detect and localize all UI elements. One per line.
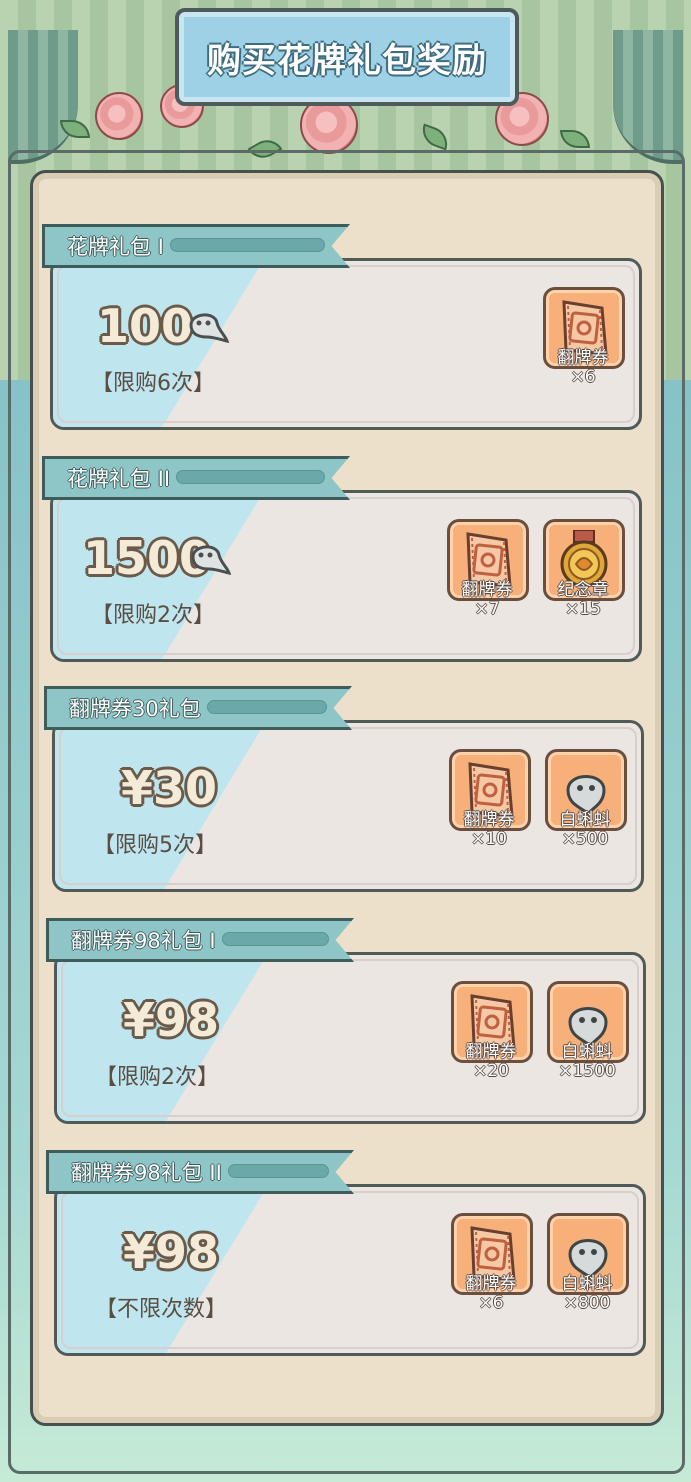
pack-card[interactable]: ¥30 【限购5次】 翻牌券 ×10 白蝌蚪 ×500 <box>52 720 644 892</box>
pack-card[interactable]: 1500 【限购2次】 翻牌券 ×7 纪念章 ×15 <box>50 490 642 662</box>
pack-name-ribbon: 花牌礼包 II <box>42 456 350 500</box>
reward-item-name: 白蝌蚪 <box>561 1042 613 1062</box>
reward-item-name: 翻牌券 <box>463 810 515 830</box>
pack-price: ¥30 <box>121 761 218 815</box>
pack-card[interactable]: ¥98 【限购2次】 翻牌券 ×20 白蝌蚪 ×1500 <box>54 952 646 1124</box>
reward-item[interactable]: 白蝌蚪 ×500 <box>545 749 627 859</box>
reward-item[interactable]: 翻牌券 ×6 <box>543 287 625 397</box>
reward-item-count: ×10 <box>471 829 507 849</box>
reward-item[interactable]: 翻牌券 ×10 <box>449 749 531 859</box>
pack-name: 花牌礼包 II <box>67 467 171 491</box>
pack-name-ribbon: 翻牌券98礼包 II <box>46 1150 354 1194</box>
reward-item-count: ×20 <box>473 1061 509 1081</box>
pack-card[interactable]: 100 【限购6次】 翻牌券 ×6 <box>50 258 642 430</box>
reward-item-name: 白蝌蚪 <box>561 1274 613 1294</box>
rose-decoration <box>95 92 143 140</box>
pack-name-ribbon: 翻牌券30礼包 <box>44 686 352 730</box>
purchase-limit: 【限购2次】 <box>91 603 215 628</box>
ribbon-bar <box>176 470 325 484</box>
tadpole-currency-icon <box>189 541 232 577</box>
pack-name: 翻牌券98礼包 II <box>71 1161 222 1185</box>
reward-item-name: 白蝌蚪 <box>559 810 611 830</box>
reward-item[interactable]: 翻牌券 ×6 <box>451 1213 533 1323</box>
reward-item-count: ×1500 <box>558 1061 616 1081</box>
pack-price: ¥98 <box>123 993 220 1047</box>
reward-item-name: 翻牌券 <box>557 348 609 368</box>
pack-name-ribbon: 花牌礼包 I <box>42 224 350 268</box>
reward-item-name: 翻牌券 <box>461 580 513 600</box>
page-title: 购买花牌礼包奖励 <box>207 40 487 81</box>
reward-item[interactable]: 白蝌蚪 ×1500 <box>547 981 629 1091</box>
reward-item-name: 翻牌券 <box>465 1042 517 1062</box>
ribbon-bar <box>207 700 327 714</box>
purchase-limit: 【限购2次】 <box>95 1065 219 1090</box>
purchase-limit: 【限购5次】 <box>93 833 217 858</box>
reward-item[interactable]: 翻牌券 ×20 <box>451 981 533 1091</box>
pack-name: 翻牌券30礼包 <box>69 697 201 721</box>
pack-price: ¥98 <box>123 1225 220 1279</box>
purchase-limit: 【不限次数】 <box>95 1297 228 1322</box>
ribbon-bar <box>170 238 325 252</box>
ribbon-bar <box>222 932 329 946</box>
reward-item-count: ×500 <box>561 829 609 849</box>
pack-card[interactable]: ¥98 【不限次数】 翻牌券 ×6 白蝌蚪 ×800 <box>54 1184 646 1356</box>
purchase-limit: 【限购6次】 <box>91 371 215 396</box>
reward-item-count: ×7 <box>474 599 500 619</box>
reward-item[interactable]: 纪念章 ×15 <box>543 519 625 629</box>
reward-item-name: 纪念章 <box>557 580 609 600</box>
reward-item-count: ×6 <box>570 367 596 387</box>
tadpole-currency-icon <box>187 309 230 345</box>
title-banner: 购买花牌礼包奖励 <box>175 8 519 106</box>
reward-item[interactable]: 白蝌蚪 ×800 <box>547 1213 629 1323</box>
reward-item-count: ×800 <box>563 1293 611 1313</box>
pack-name: 翻牌券98礼包 I <box>71 929 216 953</box>
reward-item[interactable]: 翻牌券 ×7 <box>447 519 529 629</box>
reward-item-count: ×15 <box>565 599 601 619</box>
pack-name-ribbon: 翻牌券98礼包 I <box>46 918 354 962</box>
reward-item-name: 翻牌券 <box>465 1274 517 1294</box>
ribbon-bar <box>228 1164 329 1178</box>
pack-price: 100 <box>97 299 194 353</box>
reward-item-count: ×6 <box>478 1293 504 1313</box>
pack-name: 花牌礼包 I <box>67 235 164 259</box>
